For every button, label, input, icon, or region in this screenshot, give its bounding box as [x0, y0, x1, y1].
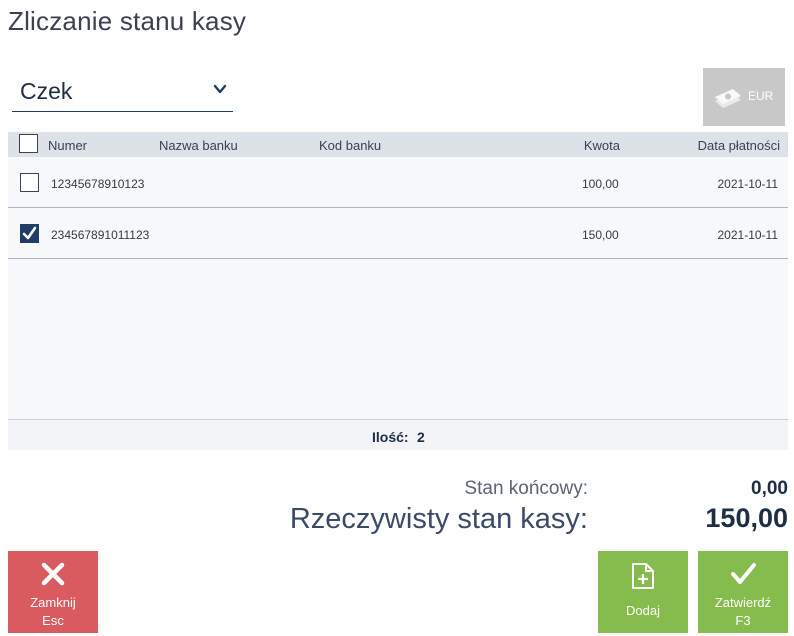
cell-data-platnosci: 2021-10-11: [717, 228, 779, 242]
currency-label: EUR: [748, 89, 774, 103]
cell-numer: 234567891011123: [51, 228, 150, 242]
row-checkbox-checked[interactable]: [20, 224, 39, 243]
column-header-kod-banku[interactable]: Kod banku: [319, 138, 381, 153]
count-label: Ilość:: [372, 429, 409, 445]
actual-balance-value: 150,00: [705, 503, 788, 533]
cell-kwota: 100,00: [582, 177, 619, 191]
payment-type-dropdown[interactable]: Czek: [12, 70, 233, 112]
grid-header: Numer Nazwa banku Kod banku Kwota Data p…: [8, 132, 788, 157]
column-header-numer[interactable]: Numer: [48, 138, 87, 153]
add-button-label: Dodaj: [626, 603, 660, 618]
count-value: 2: [417, 429, 425, 445]
close-button[interactable]: Zamknij Esc: [8, 551, 98, 633]
cell-numer: 12345678910123: [51, 177, 145, 191]
row-checkbox[interactable]: [20, 173, 39, 192]
confirm-button-label: Zatwierdź: [714, 595, 772, 610]
column-header-nazwa-banku[interactable]: Nazwa banku: [159, 138, 238, 153]
table-row[interactable]: 12345678910123 100,00 2021-10-11: [8, 157, 788, 208]
cash-icon: [715, 89, 741, 108]
grid-footer: Ilość: 2: [8, 419, 788, 450]
final-balance-label: Stan końcowy:: [464, 478, 588, 499]
payment-type-value: Czek: [20, 78, 73, 104]
add-button[interactable]: Dodaj: [598, 551, 688, 633]
currency-button[interactable]: EUR: [703, 68, 785, 126]
checkmark-icon: [731, 563, 756, 584]
cell-data-platnosci: 2021-10-11: [717, 177, 779, 191]
checkmark-icon: [22, 226, 37, 240]
cell-kwota: 150,00: [582, 228, 619, 242]
close-icon: [41, 562, 65, 586]
page-title: Zliczanie stanu kasy: [8, 6, 247, 36]
confirm-button-shortcut: F3: [735, 613, 751, 628]
add-document-icon: [632, 563, 654, 589]
chevron-down-icon: [213, 84, 227, 94]
column-header-kwota[interactable]: Kwota: [584, 138, 620, 153]
close-button-shortcut: Esc: [42, 613, 64, 628]
table-row[interactable]: 234567891011123 150,00 2021-10-11: [8, 208, 788, 259]
column-header-data-platnosci[interactable]: Data płatności: [698, 138, 780, 153]
confirm-button[interactable]: Zatwierdź F3: [698, 551, 788, 633]
select-all-checkbox[interactable]: [19, 134, 38, 153]
actual-balance-label: Rzeczywisty stan kasy:: [289, 503, 588, 535]
close-button-label: Zamknij: [30, 595, 76, 610]
final-balance-value: 0,00: [751, 478, 788, 499]
checks-grid: Numer Nazwa banku Kod banku Kwota Data p…: [8, 132, 788, 450]
